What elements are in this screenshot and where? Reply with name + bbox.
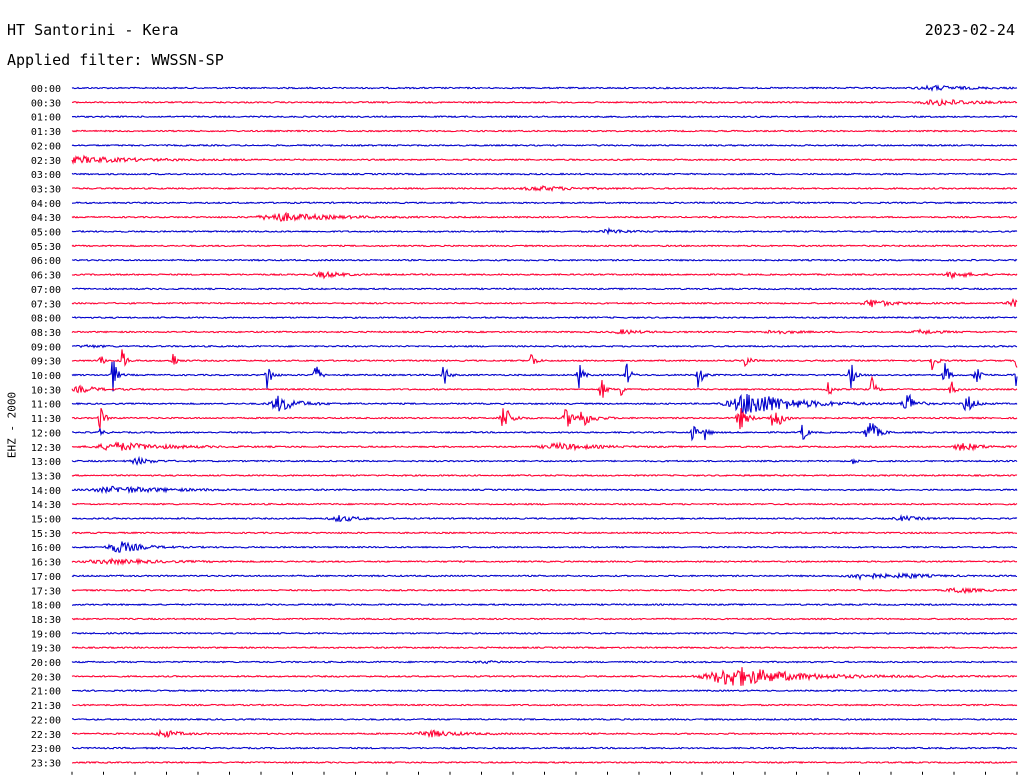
hour-label: 14:30: [31, 500, 61, 511]
trace-2000: [71, 660, 1018, 665]
trace-0900: [72, 343, 1018, 349]
hour-label: 21:30: [31, 701, 61, 712]
hour-label: 13:00: [31, 457, 61, 468]
trace-1830: [71, 617, 1018, 621]
hour-label: 12:00: [31, 428, 61, 439]
hour-label: 00:30: [31, 98, 61, 109]
trace-0130: [71, 129, 1018, 133]
hour-label: 07:30: [31, 299, 61, 310]
hour-label: 11:00: [31, 400, 61, 411]
trace-2100: [71, 689, 1018, 693]
trace-0700: [71, 287, 1018, 291]
trace-1400: [71, 485, 1018, 495]
trace-1900: [71, 631, 1018, 635]
hour-label: 17:00: [31, 572, 61, 583]
trace-1430: [71, 502, 1018, 506]
trace-1800: [72, 602, 1018, 607]
hour-label: 04:30: [31, 213, 61, 224]
trace-1330: [71, 473, 1018, 477]
hour-label: 17:30: [31, 586, 61, 597]
hour-label: 05:30: [31, 242, 61, 253]
trace-1500: [71, 514, 1018, 523]
hour-label: 23:00: [31, 744, 61, 755]
trace-0030: [71, 98, 1018, 107]
hour-label: 15:00: [31, 515, 61, 526]
hour-label: 08:00: [31, 314, 61, 325]
hour-label: 22:00: [31, 715, 61, 726]
hour-label: 10:30: [31, 385, 61, 396]
hour-label: 09:00: [31, 342, 61, 353]
trace-1530: [71, 531, 1018, 535]
hour-label: 20:30: [31, 672, 61, 683]
hour-label: 16:30: [31, 558, 61, 569]
hour-label: 05:00: [31, 228, 61, 239]
trace-2230: [72, 728, 1018, 739]
hour-label: 14:00: [31, 486, 61, 497]
hour-label: 19:30: [31, 644, 61, 655]
hour-label: 11:30: [31, 414, 61, 425]
trace-0730: [71, 297, 1018, 308]
hour-label: 07:00: [31, 285, 61, 296]
trace-0000: [71, 84, 1018, 92]
trace-0100: [71, 115, 1018, 119]
trace-0330: [71, 184, 1018, 193]
trace-0530: [71, 244, 1018, 248]
hour-label: 16:00: [31, 543, 61, 554]
hour-label: 08:30: [31, 328, 61, 339]
hour-label: 04:00: [31, 199, 61, 210]
trace-1700: [71, 572, 1018, 581]
hour-label: 03:00: [31, 170, 61, 181]
hour-label: 12:30: [31, 443, 61, 454]
trace-0800: [71, 316, 1018, 320]
hour-label: 18:00: [31, 601, 61, 612]
hour-label: 19:00: [31, 629, 61, 640]
trace-0630: [71, 270, 1018, 280]
trace-1100: [71, 393, 1018, 414]
hour-label: 01:00: [31, 113, 61, 124]
trace-2330: [71, 760, 1018, 765]
hour-label: 23:30: [31, 758, 61, 769]
hour-label: 15:30: [31, 529, 61, 540]
hour-label: 20:00: [31, 658, 61, 669]
trace-1230: [71, 441, 1018, 452]
trace-1030: [71, 375, 1018, 398]
trace-1200: [71, 423, 1018, 442]
hour-label: 06:00: [31, 256, 61, 267]
hour-label: 09:30: [31, 357, 61, 368]
hour-label: 21:00: [31, 687, 61, 698]
hour-label: 06:30: [31, 271, 61, 282]
trace-2300: [71, 746, 1018, 750]
trace-1930: [71, 646, 1018, 650]
hour-label: 18:30: [31, 615, 61, 626]
trace-0600: [71, 258, 1018, 262]
trace-0300: [71, 172, 1018, 176]
hour-label: 13:30: [31, 471, 61, 482]
seismogram-plot: 00:00 00:30 01:00 01:30 02:00 02:30 03:00 03:30…: [31, 84, 1018, 775]
trace-0830: [71, 328, 1018, 336]
trace-2200: [71, 717, 1017, 722]
hour-label: 22:30: [31, 730, 61, 741]
trace-2130: [71, 703, 1018, 707]
trace-0400: [72, 201, 1018, 205]
trace-1300: [71, 455, 1018, 466]
trace-2030: [71, 667, 1018, 686]
trace-0500: [71, 227, 1018, 236]
trace-0200: [71, 143, 1018, 147]
trace-0430: [71, 211, 1018, 223]
trace-0930: [71, 349, 1018, 371]
hour-label: 02:00: [31, 141, 61, 152]
trace-1600: [71, 541, 1018, 553]
hour-label: 01:30: [31, 127, 61, 138]
trace-1730: [71, 586, 1018, 595]
trace-1630: [71, 557, 1018, 566]
hour-label: 10:00: [31, 371, 61, 382]
hour-label: 00:00: [31, 84, 61, 95]
hour-label: 03:30: [31, 184, 61, 195]
hour-label: 02:30: [31, 156, 61, 167]
trace-0230: [71, 154, 1018, 165]
